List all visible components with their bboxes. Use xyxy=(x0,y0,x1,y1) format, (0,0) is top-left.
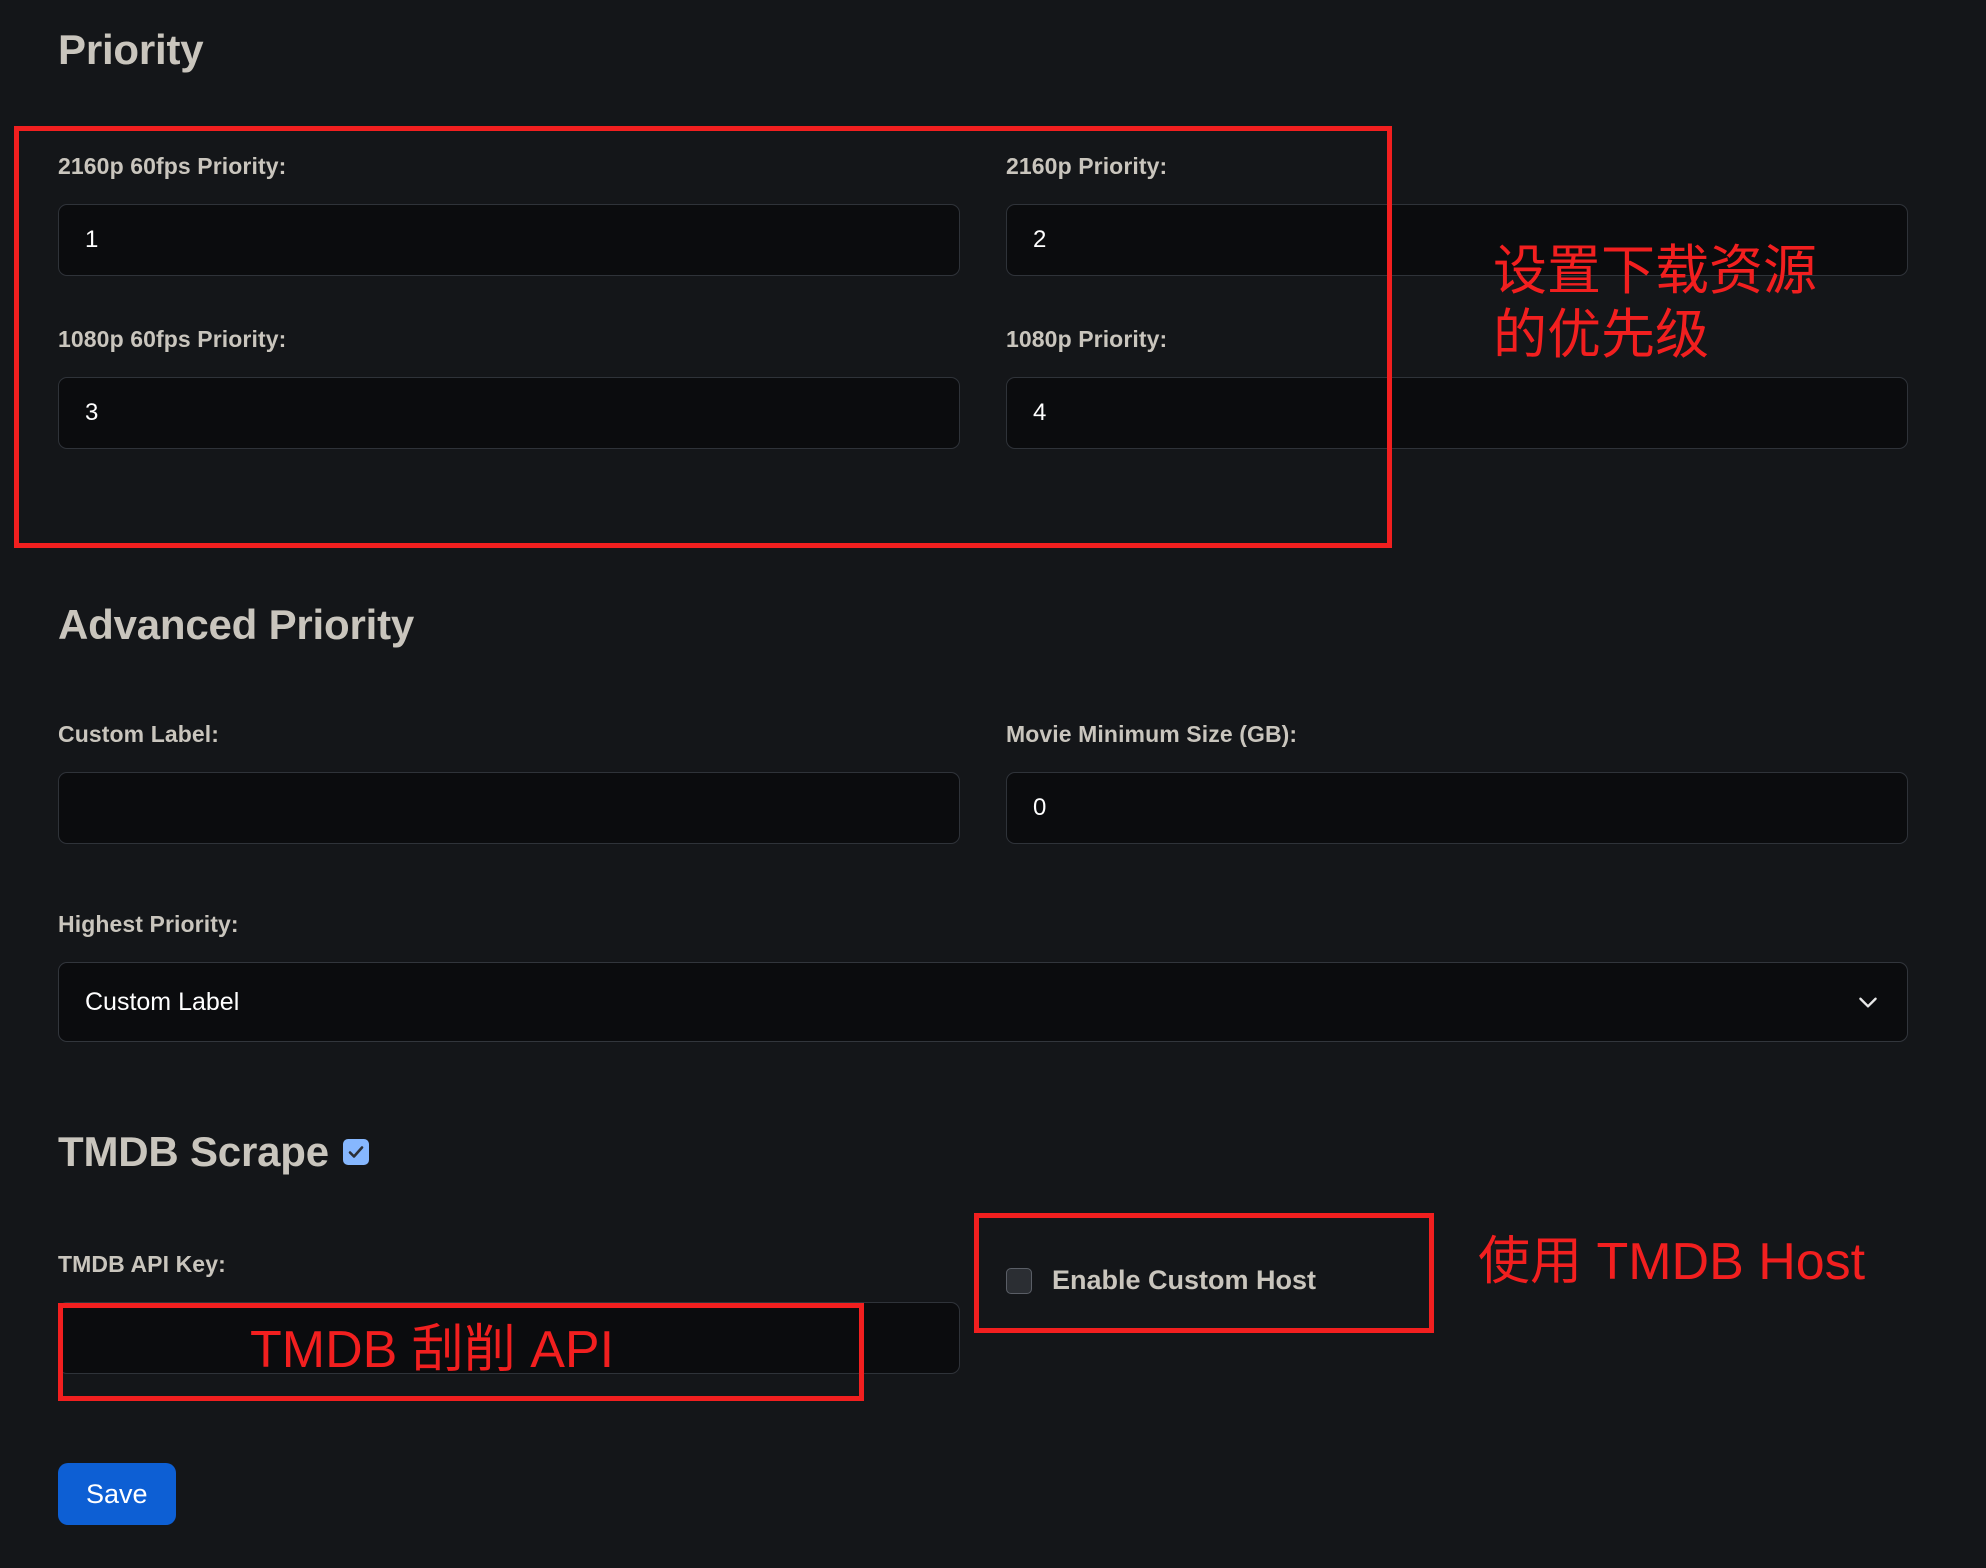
tmdb-fields-block: TMDB API Key: Enable Custom Host xyxy=(58,1253,1908,1374)
label-2160p-60fps-priority: 2160p 60fps Priority: xyxy=(58,153,287,179)
input-1080p-priority[interactable]: 4 xyxy=(1006,377,1908,449)
tmdb-scrape-heading-row: TMDB Scrape xyxy=(58,1128,369,1176)
select-highest-priority-value: Custom Label xyxy=(85,987,240,1016)
field-tmdb-api-key: TMDB API Key: xyxy=(58,1253,960,1374)
label-movie-minimum-size: Movie Minimum Size (GB): xyxy=(1006,721,1298,747)
label-2160p-priority: 2160p Priority: xyxy=(1006,153,1168,179)
enable-custom-host-row[interactable]: Enable Custom Host xyxy=(1006,1265,1908,1296)
field-movie-minimum-size: Movie Minimum Size (GB): 0 xyxy=(1006,723,1908,844)
input-2160p-priority[interactable]: 2 xyxy=(1006,204,1908,276)
label-1080p-60fps-priority: 1080p 60fps Priority: xyxy=(58,326,287,352)
enable-custom-host-checkbox[interactable] xyxy=(1006,1267,1032,1294)
field-enable-custom-host: Enable Custom Host xyxy=(1006,1253,1908,1374)
input-1080p-60fps-priority[interactable]: 3 xyxy=(58,377,960,449)
highest-priority-block: Highest Priority: Custom Label xyxy=(58,913,1908,1042)
field-custom-label: Custom Label: xyxy=(58,723,960,844)
input-custom-label[interactable] xyxy=(58,772,960,844)
input-tmdb-api-key[interactable] xyxy=(58,1302,960,1374)
field-1080p: 1080p Priority: 4 xyxy=(1006,328,1908,449)
label-custom-label: Custom Label: xyxy=(58,721,220,747)
priority-heading: Priority xyxy=(58,26,204,73)
priority-fields-block: 2160p 60fps Priority: 1 2160p Priority: … xyxy=(58,155,1908,449)
field-1080p-60fps: 1080p 60fps Priority: 3 xyxy=(58,328,960,449)
label-highest-priority: Highest Priority: xyxy=(58,911,239,937)
advanced-fields-block: Custom Label: Movie Minimum Size (GB): 0 xyxy=(58,723,1908,844)
save-button-wrap: Save xyxy=(58,1463,176,1525)
input-movie-minimum-size[interactable]: 0 xyxy=(1006,772,1908,844)
field-2160p-60fps: 2160p 60fps Priority: 1 xyxy=(58,155,960,276)
select-highest-priority[interactable]: Custom Label xyxy=(58,962,1908,1042)
field-2160p: 2160p Priority: 2 xyxy=(1006,155,1908,276)
save-button[interactable]: Save xyxy=(58,1463,176,1525)
settings-page: Priority 2160p 60fps Priority: 1 2160p P… xyxy=(0,0,1986,1568)
advanced-priority-heading: Advanced Priority xyxy=(58,601,415,648)
tmdb-scrape-checkbox[interactable] xyxy=(342,1139,369,1165)
label-1080p-priority: 1080p Priority: xyxy=(1006,326,1168,352)
input-2160p-60fps-priority[interactable]: 1 xyxy=(58,204,960,276)
checkmark-icon xyxy=(348,1146,364,1158)
enable-custom-host-label: Enable Custom Host xyxy=(1052,1265,1317,1295)
chevron-down-icon xyxy=(1855,989,1881,1015)
tmdb-scrape-heading: TMDB Scrape xyxy=(58,1128,329,1175)
label-tmdb-api-key: TMDB API Key: xyxy=(58,1251,226,1277)
